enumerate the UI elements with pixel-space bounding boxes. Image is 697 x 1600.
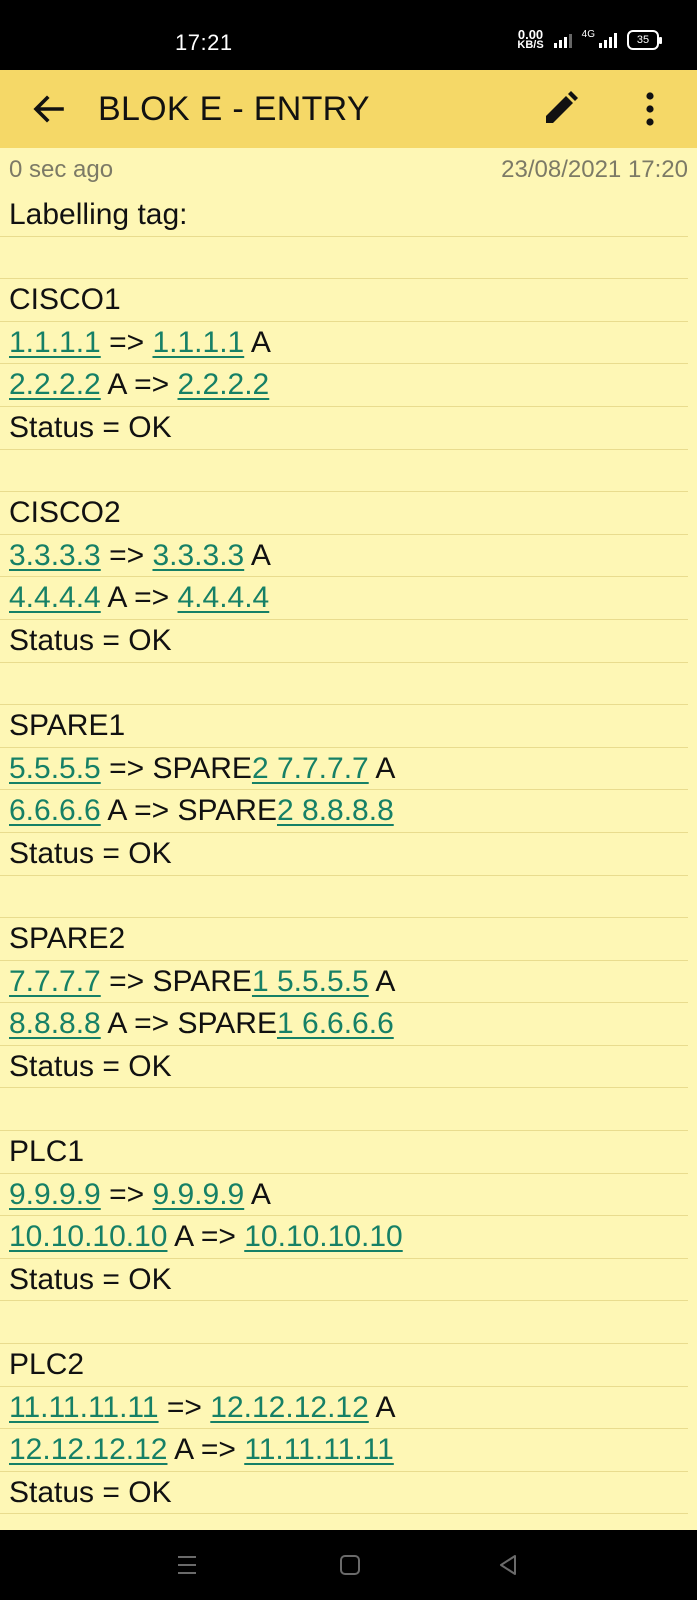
note-line[interactable]: Labelling tag: bbox=[0, 194, 688, 237]
note-line[interactable]: CISCO2 bbox=[0, 492, 688, 535]
ip-link[interactable]: 11.11.11.11 bbox=[9, 1391, 159, 1424]
ip-link[interactable]: 10.10.10.10 bbox=[9, 1220, 167, 1253]
ip-link[interactable]: 2 7.7.7.7 bbox=[252, 752, 369, 785]
ip-link[interactable]: 4.4.4.4 bbox=[178, 581, 270, 614]
note-line[interactable]: SPARE2 bbox=[0, 918, 688, 961]
menu-lines-icon[interactable] bbox=[176, 1550, 198, 1585]
note-line[interactable]: 12.12.12.12 A => 11.11.11.11 bbox=[0, 1429, 688, 1472]
battery-icon: 35 bbox=[627, 30, 662, 50]
note-line[interactable]: 4.4.4.4 A => 4.4.4.4 bbox=[0, 577, 688, 620]
note-line[interactable]: 7.7.7.7 => SPARE1 5.5.5.5 A bbox=[0, 961, 688, 1004]
signal-icon bbox=[599, 32, 617, 48]
note-line[interactable]: 6.6.6.6 A => SPARE2 8.8.8.8 bbox=[0, 790, 688, 833]
status-icons: 0.00 KB/S 4G 35 bbox=[517, 28, 662, 51]
more-vert-icon[interactable] bbox=[630, 89, 670, 129]
note-line[interactable] bbox=[0, 450, 688, 493]
note-line[interactable]: Status = OK bbox=[0, 1046, 688, 1089]
note-line[interactable]: CISCO1 bbox=[0, 279, 688, 322]
square-icon[interactable] bbox=[338, 1550, 362, 1585]
ip-link[interactable]: 6.6.6.6 bbox=[9, 794, 101, 827]
triangle-back-icon[interactable] bbox=[496, 1550, 520, 1585]
ip-link[interactable]: 1 5.5.5.5 bbox=[252, 965, 369, 998]
note-body[interactable]: 0 sec ago 23/08/2021 17:20 Labelling tag… bbox=[0, 148, 697, 1530]
note-line[interactable] bbox=[0, 1088, 688, 1132]
net-speed-unit: KB/S bbox=[517, 39, 544, 51]
system-nav-bar bbox=[0, 1530, 697, 1600]
ip-link[interactable]: 4.4.4.4 bbox=[9, 581, 101, 614]
note-line[interactable] bbox=[0, 1301, 688, 1345]
ip-link[interactable]: 9.9.9.9 bbox=[152, 1178, 244, 1211]
ip-link[interactable]: 1 6.6.6.6 bbox=[277, 1007, 394, 1040]
note-line[interactable]: Status = OK bbox=[0, 1472, 688, 1515]
status-bar: 17:21 0.00 KB/S 4G 35 bbox=[0, 0, 697, 70]
ip-link[interactable]: 10.10.10.10 bbox=[244, 1220, 402, 1253]
note-lines[interactable]: Labelling tag: CISCO1 1.1.1.1 => 1.1.1.1 A… bbox=[0, 194, 697, 1515]
note-line[interactable]: Status = OK bbox=[0, 833, 688, 876]
ip-link[interactable]: 11.11.11.11 bbox=[244, 1433, 394, 1466]
ip-link[interactable]: 12.12.12.12 bbox=[210, 1391, 368, 1424]
note-line[interactable]: 5.5.5.5 => SPARE2 7.7.7.7 A bbox=[0, 748, 688, 791]
note-line[interactable]: Status = OK bbox=[0, 1259, 688, 1302]
note-line[interactable]: 10.10.10.10 A => 10.10.10.10 bbox=[0, 1216, 688, 1259]
note-line[interactable]: 8.8.8.8 A => SPARE1 6.6.6.6 bbox=[0, 1003, 688, 1046]
net-speed-indicator: 0.00 KB/S bbox=[517, 28, 544, 51]
ip-link[interactable]: 9.9.9.9 bbox=[9, 1178, 101, 1211]
note-line[interactable]: 11.11.11.11 => 12.12.12.12 A bbox=[0, 1387, 688, 1430]
ip-link[interactable]: 12.12.12.12 bbox=[9, 1433, 167, 1466]
note-line[interactable]: PLC1 bbox=[0, 1131, 688, 1174]
note-line[interactable]: SPARE1 bbox=[0, 705, 688, 748]
status-time: 17:21 bbox=[175, 30, 233, 55]
app-toolbar: BLOK E - ENTRY bbox=[0, 70, 697, 148]
note-line[interactable]: PLC2 bbox=[0, 1344, 688, 1387]
note-line[interactable] bbox=[0, 663, 688, 706]
note-line[interactable]: Status = OK bbox=[0, 407, 688, 450]
ip-link[interactable]: 3.3.3.3 bbox=[9, 539, 101, 572]
ip-link[interactable]: 3.3.3.3 bbox=[152, 539, 244, 572]
pencil-icon[interactable] bbox=[540, 89, 580, 129]
note-line[interactable] bbox=[0, 876, 688, 919]
ip-link[interactable]: 2.2.2.2 bbox=[9, 368, 101, 401]
battery-level: 35 bbox=[636, 34, 650, 46]
edited-time: 0 sec ago bbox=[9, 156, 114, 183]
note-line[interactable]: 3.3.3.3 => 3.3.3.3 A bbox=[0, 535, 688, 578]
ip-link[interactable]: 2.2.2.2 bbox=[178, 368, 270, 401]
note-line[interactable]: 9.9.9.9 => 9.9.9.9 A bbox=[0, 1174, 688, 1217]
note-line[interactable]: Status = OK bbox=[0, 620, 688, 663]
network-type: 4G bbox=[581, 28, 595, 40]
arrow-left-icon[interactable] bbox=[28, 89, 68, 129]
note-line[interactable]: 2.2.2.2 A => 2.2.2.2 bbox=[0, 364, 688, 407]
signal-icon bbox=[553, 32, 572, 48]
ip-link[interactable]: 1.1.1.1 bbox=[152, 326, 244, 359]
ip-link[interactable]: 5.5.5.5 bbox=[9, 752, 101, 785]
ip-link[interactable]: 1.1.1.1 bbox=[9, 326, 101, 359]
note-timestamp: 23/08/2021 17:20 bbox=[501, 156, 688, 183]
note-line[interactable]: 1.1.1.1 => 1.1.1.1 A bbox=[0, 322, 688, 365]
ip-link[interactable]: 7.7.7.7 bbox=[9, 965, 101, 998]
note-title: BLOK E - ENTRY bbox=[98, 90, 370, 128]
note-line[interactable] bbox=[0, 237, 688, 280]
ip-link[interactable]: 2 8.8.8.8 bbox=[277, 794, 394, 827]
ip-link[interactable]: 8.8.8.8 bbox=[9, 1007, 101, 1040]
